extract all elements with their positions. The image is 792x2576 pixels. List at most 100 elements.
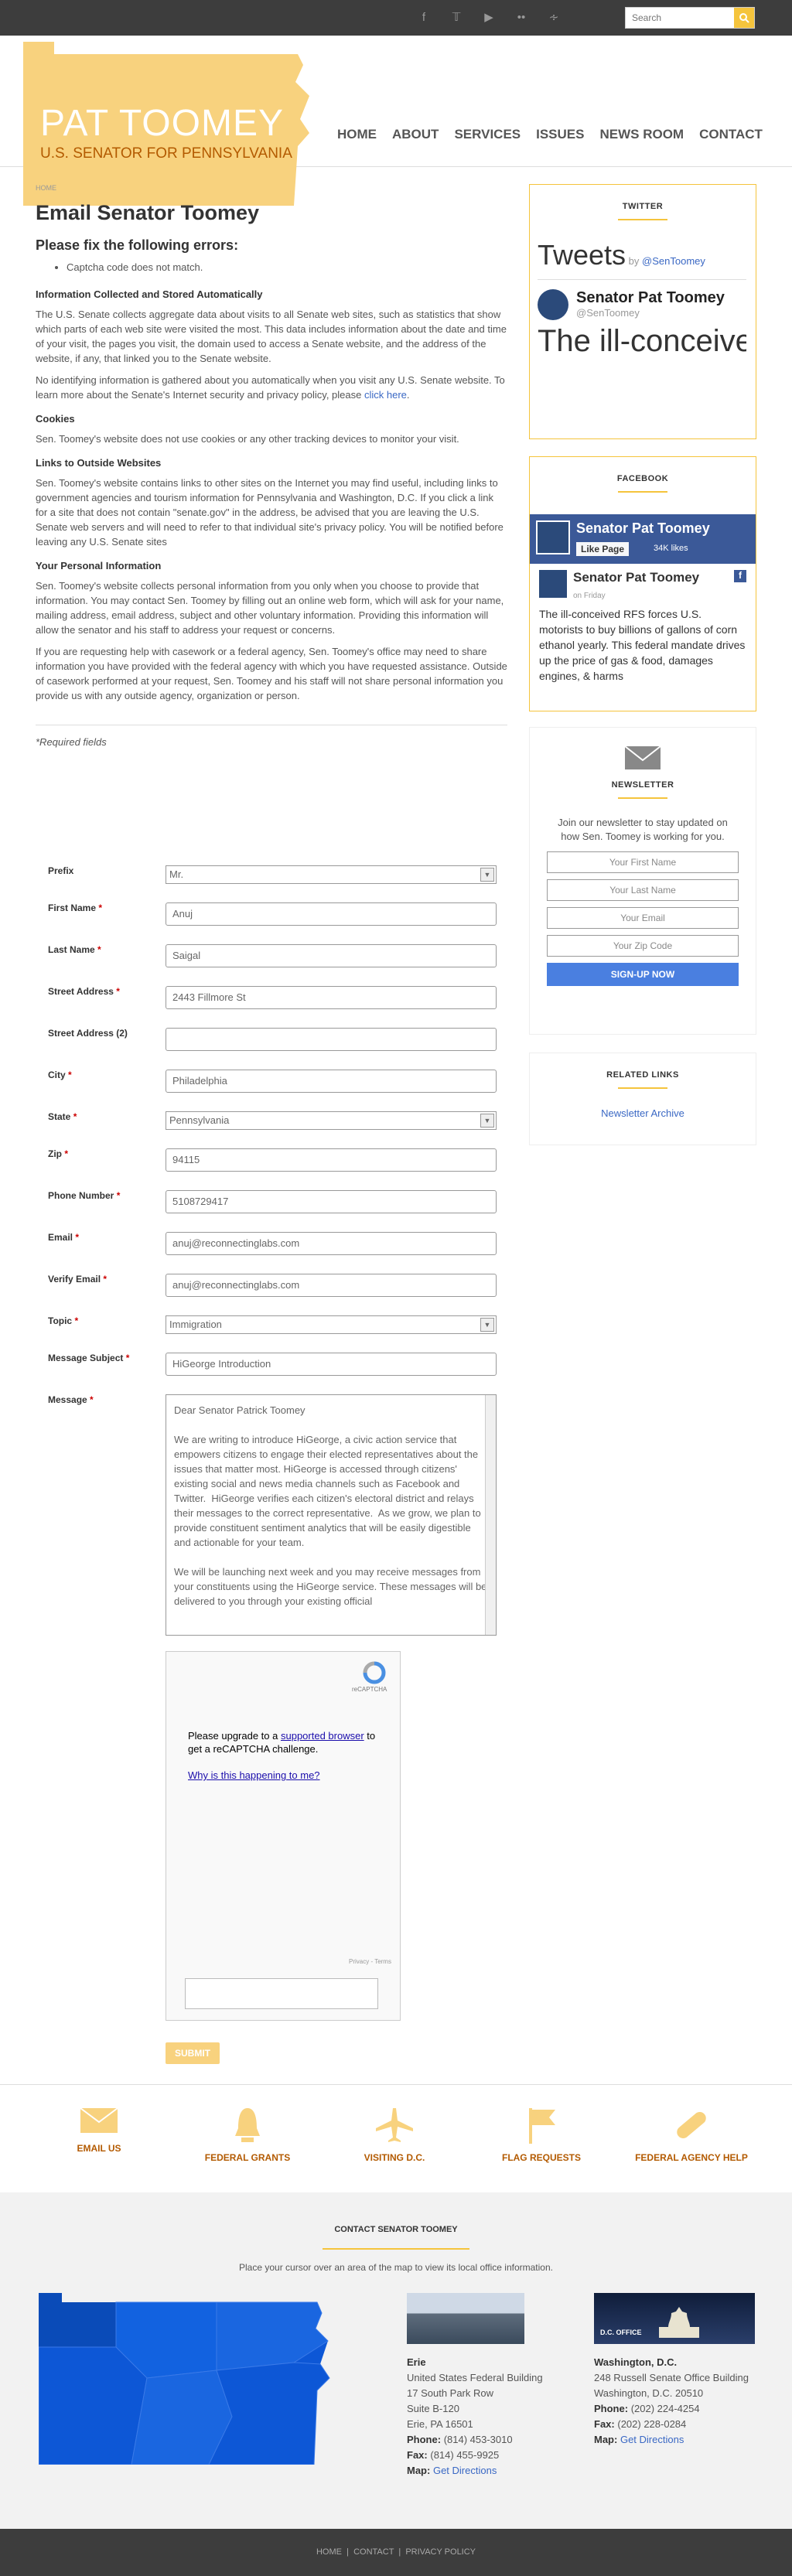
dc-directions-link[interactable]: Get Directions xyxy=(620,2434,684,2445)
erie-office-photo xyxy=(407,2293,524,2344)
erie-directions-link[interactable]: Get Directions xyxy=(433,2465,497,2476)
contact-title: CONTACT SENATOR TOOMEY xyxy=(334,2225,458,2234)
erie-office: Erie United States Federal Building 17 So… xyxy=(407,2356,543,2476)
flickr-icon[interactable]: •• xyxy=(514,10,529,26)
contact-section: CONTACT SENATOR TOOMEY Place your cursor… xyxy=(0,2192,792,2529)
quick-flag-requests[interactable]: FLAG REQUESTS xyxy=(480,2107,603,2163)
footer-privacy-link[interactable]: PRIVACY POLICY xyxy=(405,2547,476,2557)
section-text: The U.S. Senate collects aggregate data … xyxy=(36,309,507,364)
street-field[interactable]: 2443 Fillmore St xyxy=(166,986,497,1009)
section-text: Sen. Toomey's website does not use cooki… xyxy=(36,433,459,445)
site-header: PAT TOOMEY U.S. SENATOR FOR PENNSYLVANIA… xyxy=(0,36,792,206)
chevron-down-icon: ▼ xyxy=(480,1318,494,1332)
page-title: Email Senator Toomey xyxy=(36,201,260,224)
section-text: Sen. Toomey's website contains links to … xyxy=(36,477,504,548)
tweets-heading: Tweets xyxy=(538,239,626,271)
prefix-select[interactable]: Mr. ▼ xyxy=(166,865,497,884)
required-note: *Required fields xyxy=(36,736,107,748)
recaptcha-icon xyxy=(363,1661,386,1684)
email-field[interactable]: anuj@reconnectinglabs.com xyxy=(166,1232,497,1255)
city-field[interactable]: Philadelphia xyxy=(166,1070,497,1093)
nav-newsroom[interactable]: NEWS ROOM xyxy=(599,127,684,142)
pennsylvania-map[interactable] xyxy=(39,2293,333,2465)
section-heading: Information Collected and Stored Automat… xyxy=(36,288,263,300)
twitter-handle-link[interactable]: @SenToomey xyxy=(642,255,705,267)
nav-contact[interactable]: CONTACT xyxy=(699,127,763,142)
subject-field[interactable]: HiGeorge Introduction xyxy=(166,1353,497,1376)
captcha-response-input[interactable] xyxy=(185,1978,378,2009)
section-text: No identifying information is gathered a… xyxy=(36,374,505,401)
facebook-icon: f xyxy=(734,570,746,582)
quick-federal-agency-help[interactable]: FEDERAL AGENCY HELP xyxy=(630,2107,753,2163)
nav-about[interactable]: ABOUT xyxy=(392,127,439,142)
top-bar: f 𝕋 ▶ •• ∻ xyxy=(0,0,792,36)
topic-select[interactable]: Immigration ▼ xyxy=(166,1315,497,1334)
related-links-widget: RELATED LINKS Newsletter Archive xyxy=(529,1053,756,1145)
message-scrollbar[interactable] xyxy=(485,1395,496,1635)
youtube-icon[interactable]: ▶ xyxy=(481,10,497,26)
verify-email-label: Verify Email * xyxy=(48,1274,108,1285)
facebook-widget: FACEBOOK Senator Pat Toomey Like Page 34… xyxy=(529,456,756,711)
breadcrumb[interactable]: HOME xyxy=(36,184,507,192)
like-page-button[interactable]: Like Page xyxy=(576,542,630,556)
avatar[interactable] xyxy=(539,570,567,598)
captcha-footer[interactable]: Privacy - Terms xyxy=(349,1958,391,1965)
newsletter-envelope-icon xyxy=(624,746,661,769)
avatar[interactable] xyxy=(538,289,568,320)
dc-office-photo: D.C. OFFICE xyxy=(594,2293,755,2344)
last-name-label: Last Name * xyxy=(48,944,101,955)
phone-field[interactable]: 5108729417 xyxy=(166,1190,497,1213)
airplane-icon xyxy=(376,2108,413,2142)
supported-browser-link[interactable]: supported browser xyxy=(281,1730,364,1742)
verify-email-field[interactable]: anuj@reconnectinglabs.com xyxy=(166,1274,497,1297)
footer-home-link[interactable]: HOME xyxy=(316,2547,342,2557)
message-textarea[interactable]: Dear Senator Patrick Toomey We are writi… xyxy=(166,1394,497,1636)
footer-contact-link[interactable]: CONTACT xyxy=(353,2547,394,2557)
tweet-author[interactable]: Senator Pat Toomey xyxy=(576,289,725,307)
quick-federal-grants[interactable]: FEDERAL GRANTS xyxy=(186,2107,309,2163)
facebook-post-text: The ill-conceived RFS forces U.S. motori… xyxy=(539,608,746,682)
newsletter-zip-input[interactable]: Your Zip Code xyxy=(547,935,739,957)
last-name-field[interactable]: Saigal xyxy=(166,944,497,967)
first-name-field[interactable]: Anuj xyxy=(166,902,497,926)
newsletter-archive-link[interactable]: Newsletter Archive xyxy=(530,1107,756,1119)
newsletter-title: NEWSLETTER xyxy=(611,780,674,790)
quick-email-us[interactable]: EMAIL US xyxy=(37,2107,161,2154)
logo-name[interactable]: PAT TOOMEY xyxy=(40,102,284,145)
quick-visiting-dc[interactable]: VISITING D.C. xyxy=(333,2107,456,2163)
facebook-title: FACEBOOK xyxy=(616,474,669,483)
flag-icon xyxy=(529,2108,555,2144)
newsletter-email-input[interactable]: Your Email xyxy=(547,907,739,929)
topic-label: Topic * xyxy=(48,1315,79,1326)
nav-issues[interactable]: ISSUES xyxy=(536,127,584,142)
twitter-icon[interactable]: 𝕋 xyxy=(449,10,464,26)
facebook-icon[interactable]: f xyxy=(416,10,432,26)
message-label: Message * xyxy=(48,1394,94,1405)
subject-label: Message Subject * xyxy=(48,1353,130,1363)
street2-label: Street Address (2) xyxy=(48,1028,128,1039)
facebook-cover[interactable]: Senator Pat Toomey Like Page 34K likes xyxy=(530,514,756,564)
search-input[interactable] xyxy=(626,8,734,28)
rss-icon[interactable]: ∻ xyxy=(546,10,562,26)
section-text: If you are requesting help with casework… xyxy=(36,646,507,701)
avatar xyxy=(536,520,570,554)
error-list: Captcha code does not match. xyxy=(67,261,507,273)
main-nav: HOME ABOUT SERVICES ISSUES NEWS ROOM CON… xyxy=(337,127,763,142)
submit-button[interactable]: SUBMIT xyxy=(166,2042,220,2064)
recaptcha-logo: reCAPTCHA xyxy=(352,1686,387,1693)
zip-field[interactable]: 94115 xyxy=(166,1148,497,1172)
street2-field[interactable] xyxy=(166,1028,497,1051)
nav-home[interactable]: HOME xyxy=(337,127,377,142)
section-text: Sen. Toomey's website collects personal … xyxy=(36,580,504,636)
nav-services[interactable]: SERVICES xyxy=(454,127,521,142)
why-link[interactable]: Why is this happening to me? xyxy=(188,1769,320,1781)
logo-subtitle: U.S. SENATOR FOR PENNSYLVANIA xyxy=(40,145,292,162)
newsletter-signup-button[interactable]: SIGN-UP NOW xyxy=(547,963,739,986)
state-select[interactable]: Pennsylvania ▼ xyxy=(166,1111,497,1130)
newsletter-last-name-input[interactable]: Your Last Name xyxy=(547,879,739,901)
privacy-link[interactable]: click here xyxy=(364,389,407,401)
newsletter-first-name-input[interactable]: Your First Name xyxy=(547,851,739,873)
twitter-widget: TWITTER Tweets by @SenToomey Senator Pat… xyxy=(529,184,756,439)
error-item: Captcha code does not match. xyxy=(67,261,507,273)
search-button[interactable] xyxy=(734,8,754,28)
